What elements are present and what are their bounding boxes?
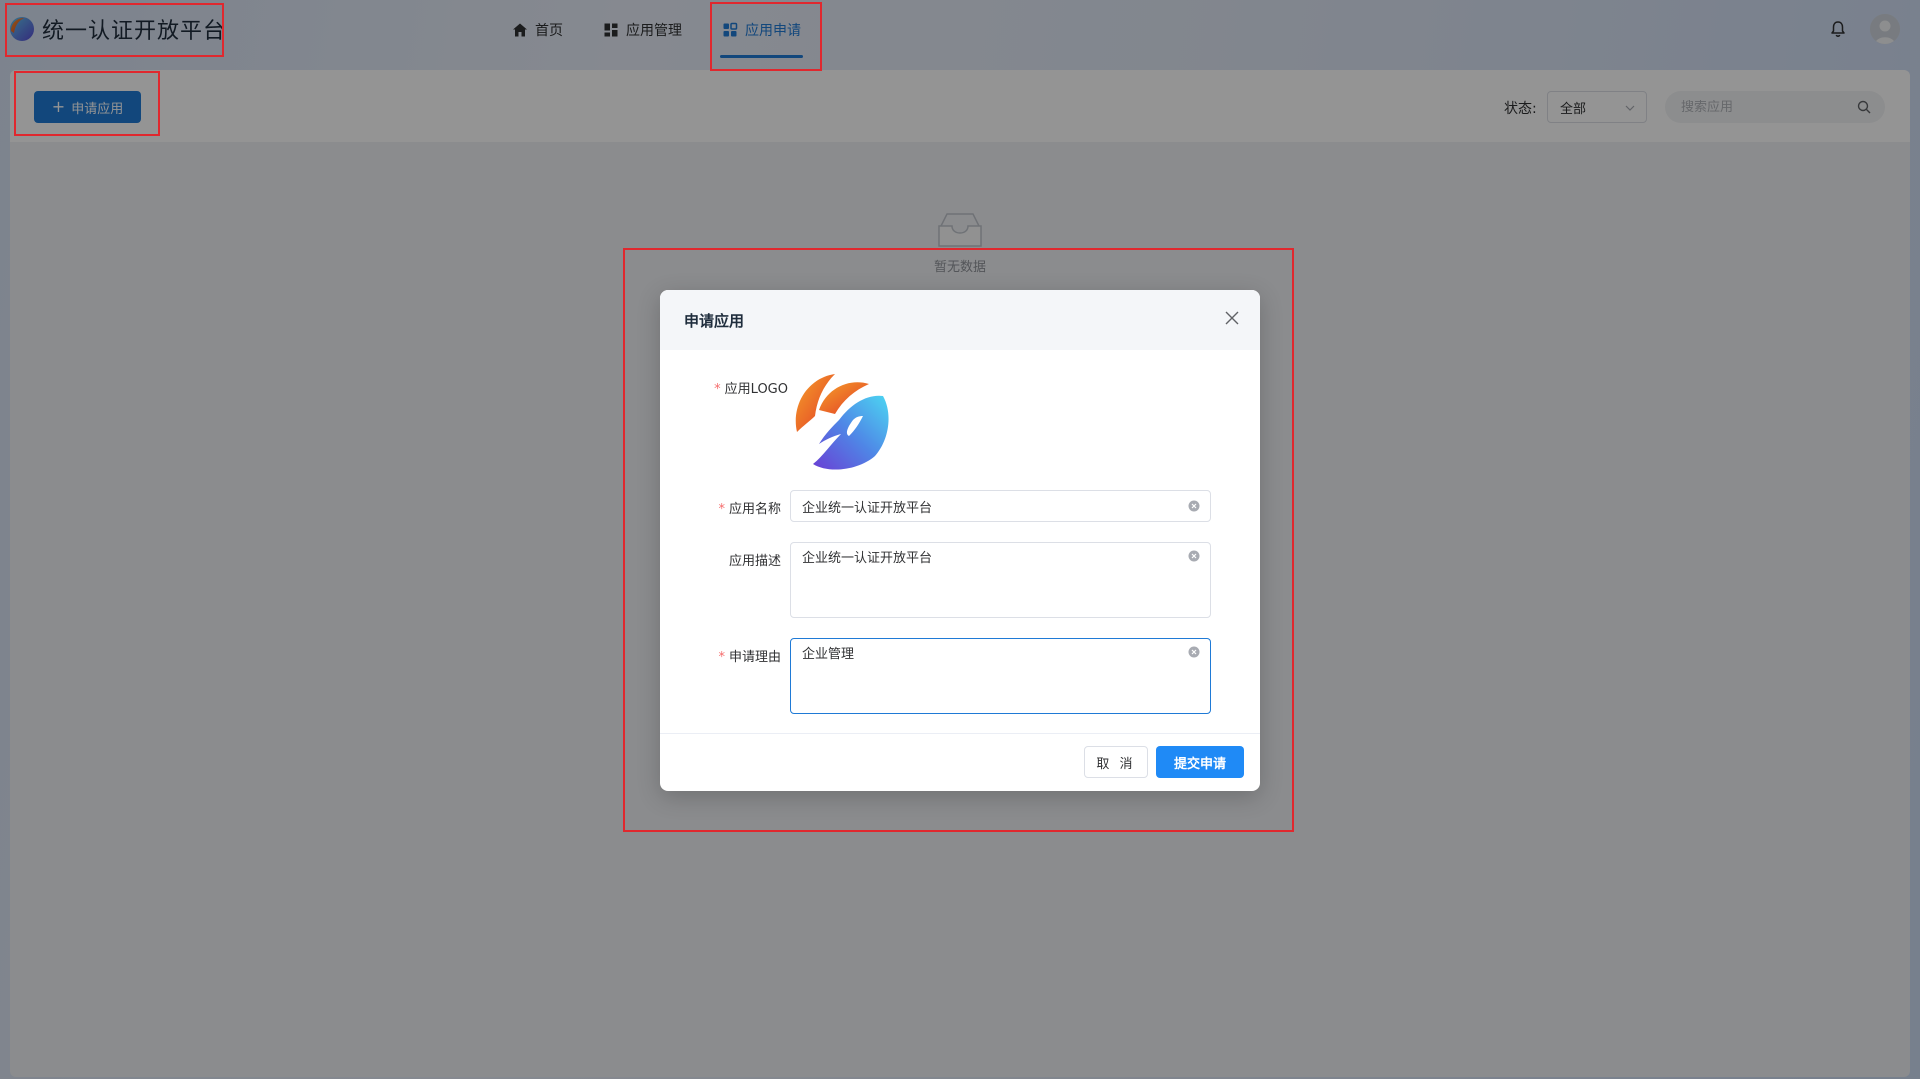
- app-name-input[interactable]: [790, 490, 1211, 522]
- clear-icon[interactable]: [1188, 646, 1200, 658]
- reason-label: * 申请理由: [718, 646, 781, 665]
- required-mark: *: [718, 502, 725, 517]
- required-mark: *: [718, 650, 725, 665]
- dialog-header: 申请应用: [660, 290, 1260, 350]
- dialog-footer: 取 消 提交申请: [660, 733, 1260, 791]
- name-label: * 应用名称: [718, 498, 781, 517]
- app-logo-uploader[interactable]: [789, 370, 893, 474]
- app-description-textarea[interactable]: 企业统一认证开放平台: [790, 542, 1211, 618]
- dialog-title: 申请应用: [684, 312, 745, 330]
- clear-icon[interactable]: [1188, 500, 1200, 512]
- cancel-button[interactable]: 取 消: [1084, 746, 1148, 778]
- clear-icon[interactable]: [1188, 550, 1200, 562]
- apply-app-dialog: 申请应用 * 应用LOGO * 应用名称 企业统一认证开放平台 应用描述 企业统…: [660, 290, 1260, 791]
- required-mark: *: [714, 382, 721, 397]
- desc-label: 应用描述: [728, 554, 781, 569]
- close-icon[interactable]: [1224, 310, 1240, 326]
- reason-label-text: 申请理由: [728, 650, 781, 665]
- apply-reason-textarea[interactable]: 企业管理: [790, 638, 1211, 714]
- name-label-text: 应用名称: [728, 502, 781, 517]
- logo-label-text: 应用LOGO: [724, 382, 788, 397]
- submit-button[interactable]: 提交申请: [1156, 746, 1244, 778]
- logo-label: * 应用LOGO: [714, 378, 788, 397]
